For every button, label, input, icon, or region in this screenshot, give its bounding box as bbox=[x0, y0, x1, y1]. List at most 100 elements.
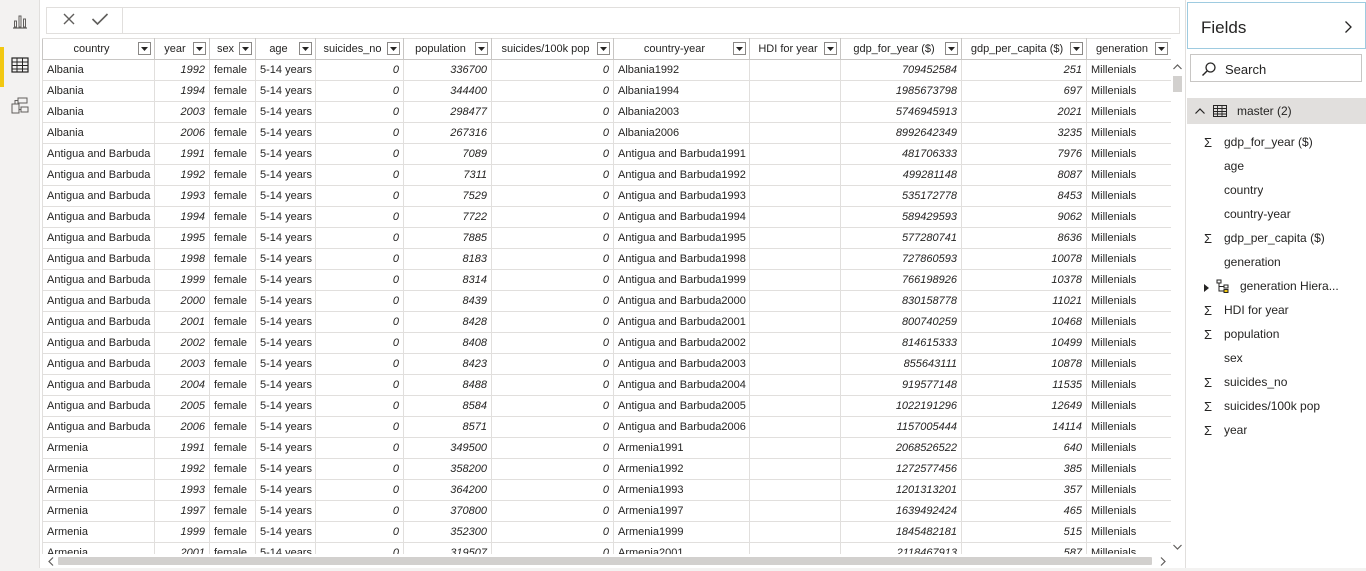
cell-gdp-per-capita[interactable]: 10078 bbox=[961, 248, 1087, 270]
cell-population[interactable]: 364200 bbox=[403, 479, 492, 501]
cell-country[interactable]: Albania bbox=[42, 80, 155, 102]
cell-gdp-per-capita[interactable]: 9062 bbox=[961, 206, 1087, 228]
cell-gdp-for-year[interactable]: 5746945913 bbox=[840, 101, 962, 123]
column-header-gdp-for-year[interactable]: gdp_for_year ($) bbox=[840, 38, 962, 60]
cell-hdi-for-year[interactable] bbox=[749, 458, 841, 480]
cell-gdp-for-year[interactable]: 2118467913 bbox=[840, 542, 962, 554]
cell-suicides-no[interactable]: 0 bbox=[315, 185, 404, 207]
cell-age[interactable]: 5-14 years bbox=[255, 269, 316, 291]
cell-sex[interactable]: female bbox=[209, 80, 256, 102]
cell-sex[interactable]: female bbox=[209, 164, 256, 186]
cell-population[interactable]: 7529 bbox=[403, 185, 492, 207]
cell-gdp-for-year[interactable]: 481706333 bbox=[840, 143, 962, 165]
cell-suicides-no[interactable]: 0 bbox=[315, 542, 404, 554]
cell-population[interactable]: 298477 bbox=[403, 101, 492, 123]
cell-suicides-no[interactable]: 0 bbox=[315, 164, 404, 186]
field-item[interactable]: Σ HDI for year bbox=[1186, 298, 1366, 322]
cell-country[interactable]: Antigua and Barbuda bbox=[42, 206, 155, 228]
cell-hdi-for-year[interactable] bbox=[749, 311, 841, 333]
cell-population[interactable]: 8314 bbox=[403, 269, 492, 291]
cell-suicides-per-100k[interactable]: 0 bbox=[491, 374, 614, 396]
column-header-year[interactable]: year bbox=[154, 38, 210, 60]
cell-hdi-for-year[interactable] bbox=[749, 59, 841, 81]
cell-year[interactable]: 1999 bbox=[154, 521, 210, 543]
column-header-suicides-no[interactable]: suicides_no bbox=[315, 38, 404, 60]
cell-sex[interactable]: female bbox=[209, 479, 256, 501]
cell-gdp-for-year[interactable]: 1022191296 bbox=[840, 395, 962, 417]
horizontal-scrollbar[interactable] bbox=[42, 554, 1171, 568]
cell-sex[interactable]: female bbox=[209, 143, 256, 165]
cell-population[interactable]: 8423 bbox=[403, 353, 492, 375]
cell-suicides-per-100k[interactable]: 0 bbox=[491, 80, 614, 102]
cell-suicides-per-100k[interactable]: 0 bbox=[491, 395, 614, 417]
cell-population[interactable]: 336700 bbox=[403, 59, 492, 81]
cell-age[interactable]: 5-14 years bbox=[255, 374, 316, 396]
cell-hdi-for-year[interactable] bbox=[749, 227, 841, 249]
cell-gdp-per-capita[interactable]: 587 bbox=[961, 542, 1087, 554]
cell-country[interactable]: Antigua and Barbuda bbox=[42, 290, 155, 312]
cell-country-year[interactable]: Armenia1997 bbox=[613, 500, 750, 522]
cell-suicides-no[interactable]: 0 bbox=[315, 269, 404, 291]
column-header-hdi-for-year[interactable]: HDI for year bbox=[749, 38, 841, 60]
filter-dropdown-icon[interactable] bbox=[475, 42, 488, 55]
cell-generation[interactable]: Millenials bbox=[1086, 206, 1171, 228]
scroll-right-arrow[interactable] bbox=[1156, 555, 1169, 567]
cell-suicides-no[interactable]: 0 bbox=[315, 353, 404, 375]
cell-suicides-per-100k[interactable]: 0 bbox=[491, 290, 614, 312]
cell-suicides-per-100k[interactable]: 0 bbox=[491, 311, 614, 333]
cell-gdp-for-year[interactable]: 1639492424 bbox=[840, 500, 962, 522]
cell-gdp-for-year[interactable]: 1201313201 bbox=[840, 479, 962, 501]
cell-hdi-for-year[interactable] bbox=[749, 164, 841, 186]
cell-population[interactable]: 8571 bbox=[403, 416, 492, 438]
cell-suicides-no[interactable]: 0 bbox=[315, 437, 404, 459]
cell-gdp-per-capita[interactable]: 640 bbox=[961, 437, 1087, 459]
cell-suicides-no[interactable]: 0 bbox=[315, 59, 404, 81]
cell-gdp-for-year[interactable]: 535172778 bbox=[840, 185, 962, 207]
cell-sex[interactable]: female bbox=[209, 101, 256, 123]
cell-age[interactable]: 5-14 years bbox=[255, 185, 316, 207]
cell-sex[interactable]: female bbox=[209, 227, 256, 249]
cell-suicides-per-100k[interactable]: 0 bbox=[491, 185, 614, 207]
cell-suicides-no[interactable]: 0 bbox=[315, 311, 404, 333]
cell-gdp-per-capita[interactable]: 12649 bbox=[961, 395, 1087, 417]
field-item[interactable]: Σgdp_for_year ($) bbox=[1186, 130, 1366, 154]
cell-sex[interactable]: female bbox=[209, 437, 256, 459]
table-node-master[interactable]: master (2) bbox=[1187, 98, 1366, 124]
cell-age[interactable]: 5-14 years bbox=[255, 122, 316, 144]
field-item[interactable]: Σgdp_per_capita ($) bbox=[1186, 226, 1366, 250]
cell-generation[interactable]: Millenials bbox=[1086, 374, 1171, 396]
cell-country-year[interactable]: Albania1992 bbox=[613, 59, 750, 81]
cell-population[interactable]: 8183 bbox=[403, 248, 492, 270]
cell-country[interactable]: Antigua and Barbuda bbox=[42, 353, 155, 375]
cell-generation[interactable]: Millenials bbox=[1086, 500, 1171, 522]
cell-country[interactable]: Antigua and Barbuda bbox=[42, 416, 155, 438]
cell-population[interactable]: 344400 bbox=[403, 80, 492, 102]
column-header-sex[interactable]: sex bbox=[209, 38, 256, 60]
cell-year[interactable]: 1994 bbox=[154, 206, 210, 228]
cell-country[interactable]: Antigua and Barbuda bbox=[42, 311, 155, 333]
cell-gdp-per-capita[interactable]: 515 bbox=[961, 521, 1087, 543]
cell-country[interactable]: Antigua and Barbuda bbox=[42, 269, 155, 291]
cell-country-year[interactable]: Armenia2001 bbox=[613, 542, 750, 554]
cell-hdi-for-year[interactable] bbox=[749, 395, 841, 417]
cell-year[interactable]: 1995 bbox=[154, 227, 210, 249]
cell-country-year[interactable]: Antigua and Barbuda1993 bbox=[613, 185, 750, 207]
cell-gdp-for-year[interactable]: 855643111 bbox=[840, 353, 962, 375]
cell-suicides-per-100k[interactable]: 0 bbox=[491, 101, 614, 123]
cell-generation[interactable]: Millenials bbox=[1086, 122, 1171, 144]
cell-country-year[interactable]: Antigua and Barbuda1992 bbox=[613, 164, 750, 186]
cell-year[interactable]: 1994 bbox=[154, 80, 210, 102]
cell-sex[interactable]: female bbox=[209, 500, 256, 522]
cell-generation[interactable]: Millenials bbox=[1086, 143, 1171, 165]
cell-age[interactable]: 5-14 years bbox=[255, 143, 316, 165]
cell-hdi-for-year[interactable] bbox=[749, 290, 841, 312]
cell-population[interactable]: 352300 bbox=[403, 521, 492, 543]
cell-generation[interactable]: Millenials bbox=[1086, 185, 1171, 207]
cell-country-year[interactable]: Antigua and Barbuda1991 bbox=[613, 143, 750, 165]
cell-suicides-no[interactable]: 0 bbox=[315, 458, 404, 480]
cell-population[interactable]: 319507 bbox=[403, 542, 492, 554]
cell-year[interactable]: 2006 bbox=[154, 416, 210, 438]
cell-year[interactable]: 1997 bbox=[154, 500, 210, 522]
cell-gdp-per-capita[interactable]: 14114 bbox=[961, 416, 1087, 438]
cell-year[interactable]: 1999 bbox=[154, 269, 210, 291]
